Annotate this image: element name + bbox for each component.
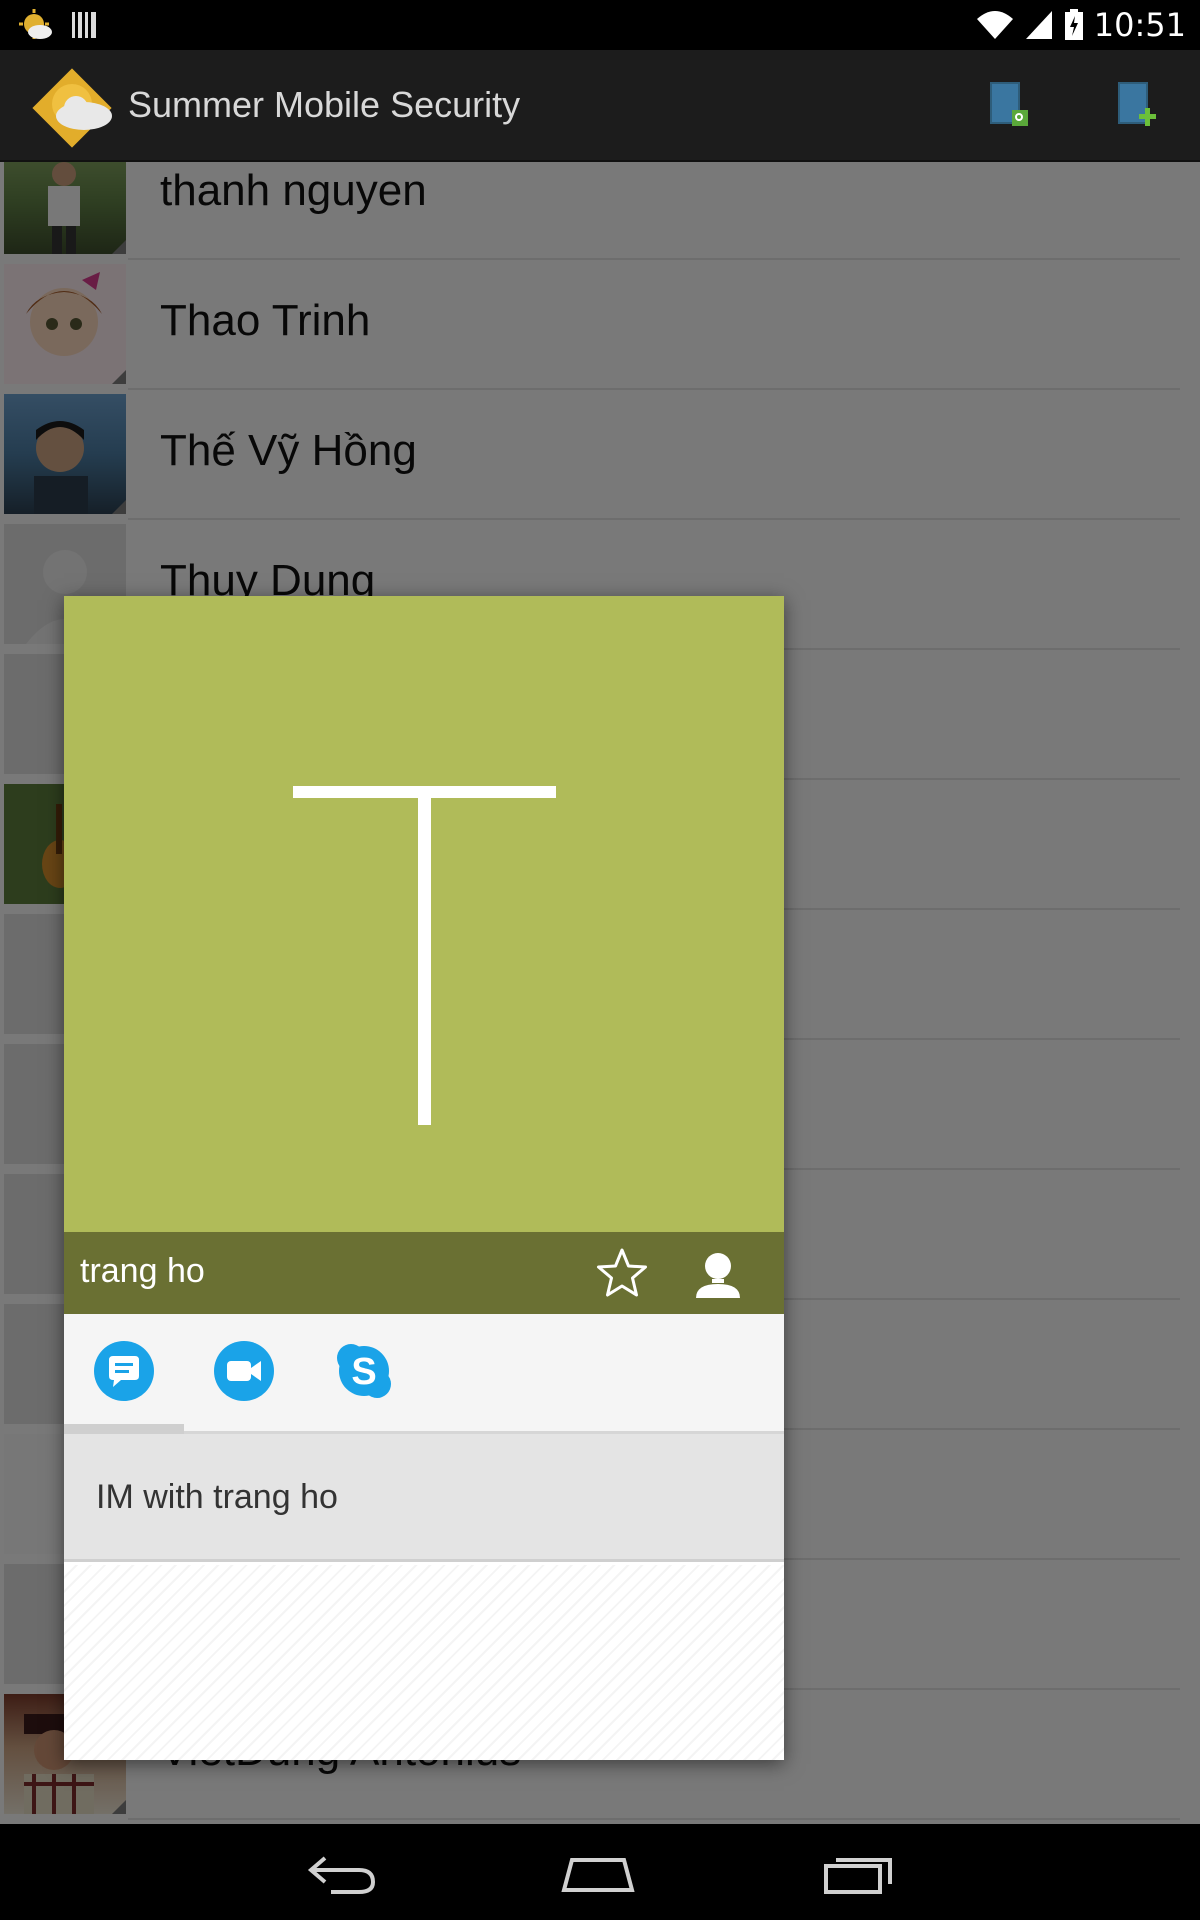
signal-icon	[1025, 11, 1052, 39]
video-call-icon[interactable]	[213, 1340, 275, 1402]
im-action-label: IM with trang ho	[96, 1478, 338, 1516]
tab-selected-indicator	[64, 1424, 184, 1434]
quick-contact-card: trang ho S IM with trang ho	[64, 596, 784, 1760]
contact-name-bar: trang ho	[64, 1232, 784, 1314]
status-time: 10:51	[1093, 6, 1186, 44]
communication-tabs: S	[64, 1314, 784, 1434]
svg-text:S: S	[351, 1351, 376, 1393]
chat-icon[interactable]	[93, 1340, 155, 1402]
search-contacts-icon[interactable]	[984, 78, 1038, 132]
status-bar: 10:51	[0, 0, 1200, 50]
empty-area	[64, 1565, 784, 1760]
app-title: Summer Mobile Security	[128, 84, 521, 125]
recents-icon[interactable]	[818, 1848, 898, 1898]
home-icon[interactable]	[558, 1848, 638, 1898]
weather-notification-icon	[19, 9, 52, 39]
contact-letter-tile	[64, 596, 784, 1232]
contact-initial-letter	[293, 786, 556, 1125]
contact-name: trang ho	[80, 1252, 205, 1290]
battery-charging-icon	[1064, 9, 1083, 40]
wifi-icon	[976, 11, 1013, 39]
barcode-notification-icon	[72, 12, 96, 38]
im-action-item[interactable]: IM with trang ho	[64, 1434, 784, 1562]
skype-icon[interactable]: S	[333, 1340, 395, 1402]
back-icon[interactable]	[303, 1848, 383, 1898]
navigation-bar	[0, 1824, 1200, 1920]
app-logo-icon[interactable]	[26, 62, 118, 154]
add-contact-icon[interactable]	[1112, 78, 1166, 132]
contact-card-icon[interactable]	[690, 1246, 746, 1302]
action-bar: Summer Mobile Security	[0, 50, 1200, 162]
star-icon[interactable]	[594, 1246, 650, 1302]
